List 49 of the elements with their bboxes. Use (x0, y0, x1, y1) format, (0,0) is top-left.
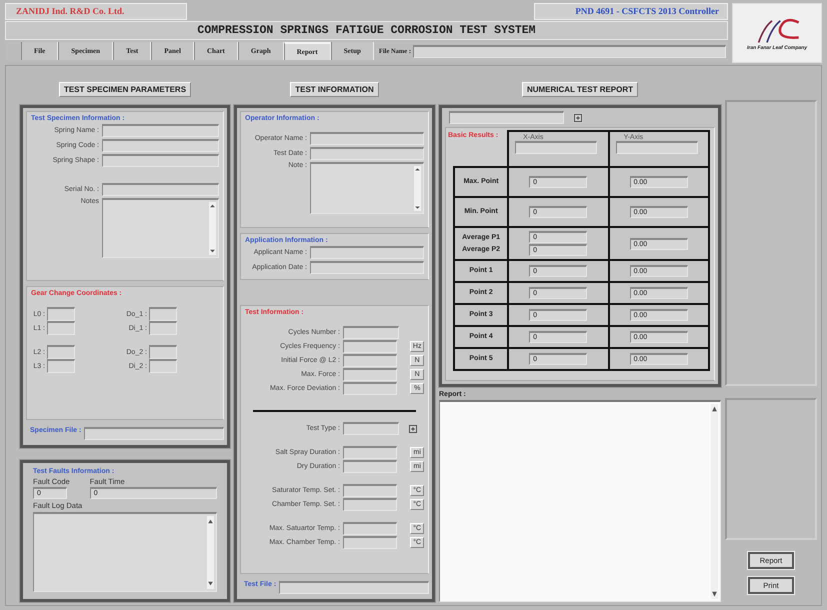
text-field[interactable] (343, 382, 398, 395)
dropdown-field[interactable] (343, 422, 399, 435)
text-field[interactable] (149, 307, 177, 321)
text-field[interactable] (343, 460, 398, 473)
text-field[interactable] (343, 354, 398, 367)
file-path-field[interactable] (279, 581, 429, 594)
file-path-field[interactable] (84, 427, 224, 440)
section-heading: NUMERICAL TEST REPORT (522, 82, 638, 97)
company-name: ZANIDJ Ind. R&D Co. Ltd. (5, 3, 187, 20)
text-field[interactable] (149, 321, 177, 335)
note-area[interactable] (310, 162, 424, 214)
text-field[interactable] (310, 147, 424, 160)
fault-log-area[interactable] (33, 512, 217, 592)
text-field[interactable] (310, 246, 424, 259)
scrollbar[interactable] (711, 404, 718, 599)
text-field[interactable] (343, 446, 398, 459)
text-field[interactable] (343, 484, 398, 497)
text-field[interactable] (515, 141, 598, 154)
file-name-field[interactable] (413, 44, 726, 58)
text-field[interactable] (102, 124, 219, 137)
text-field[interactable] (310, 261, 424, 274)
scrollbar[interactable] (209, 202, 216, 255)
text-field[interactable] (616, 141, 698, 154)
section-heading: TEST SPECIMEN PARAMETERS (58, 82, 192, 97)
section-heading: TEST INFORMATION (290, 82, 379, 97)
text-field[interactable] (343, 340, 398, 353)
text-field[interactable] (47, 359, 75, 373)
text-field[interactable] (343, 536, 398, 549)
text-field[interactable] (47, 307, 75, 321)
text-field[interactable] (47, 321, 75, 335)
text-field[interactable] (343, 522, 398, 535)
scrollbar[interactable] (414, 166, 421, 211)
dropdown-button[interactable] (408, 424, 418, 434)
text-field[interactable] (102, 154, 219, 167)
controller-label: PND 4691 - CSFCTS 2013 Controller (534, 3, 728, 20)
text-field[interactable] (310, 132, 424, 145)
scrollbar[interactable] (207, 516, 214, 589)
text-field[interactable] (102, 183, 219, 196)
text-field[interactable] (102, 139, 219, 152)
notes-area[interactable] (102, 198, 219, 258)
text-field[interactable] (343, 368, 398, 381)
dropdown-button[interactable] (573, 112, 583, 122)
text-field[interactable] (149, 345, 177, 359)
text-field[interactable] (343, 326, 399, 339)
text-field[interactable] (47, 345, 75, 359)
window-title: COMPRESSION SPRINGS FATIGUE CORROSION TEST SYSTEM (5, 21, 728, 40)
text-field[interactable] (343, 498, 398, 511)
text-field[interactable] (149, 359, 177, 373)
dropdown-field[interactable] (449, 111, 564, 124)
